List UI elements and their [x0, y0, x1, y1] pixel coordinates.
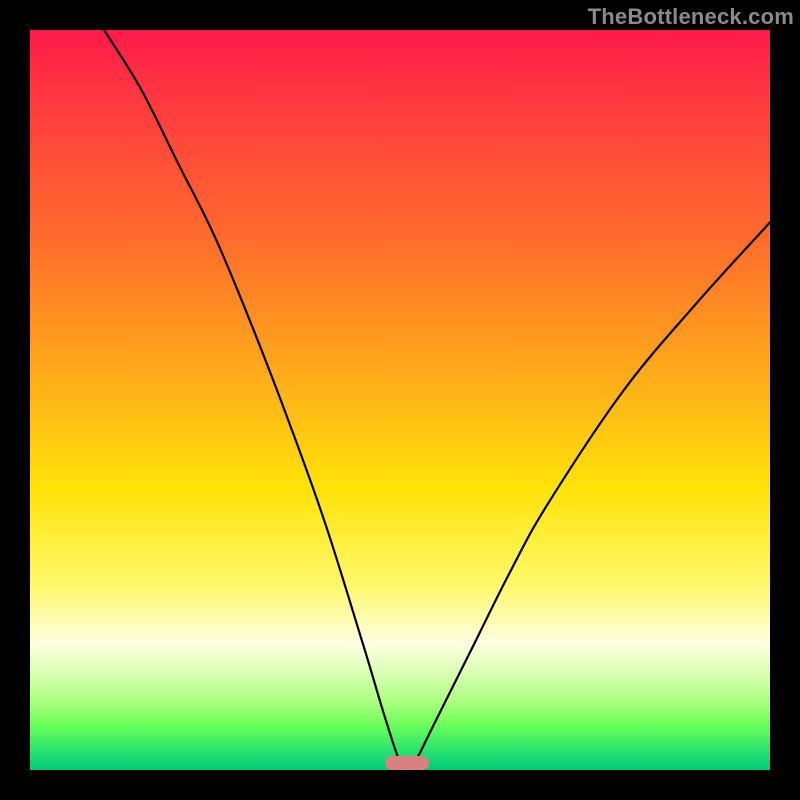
- watermark-text: TheBottleneck.com: [588, 4, 794, 30]
- curve-path: [104, 30, 770, 770]
- bottleneck-curve: [30, 30, 770, 770]
- vertex-marker: [385, 756, 429, 770]
- chart-frame: TheBottleneck.com: [0, 0, 800, 800]
